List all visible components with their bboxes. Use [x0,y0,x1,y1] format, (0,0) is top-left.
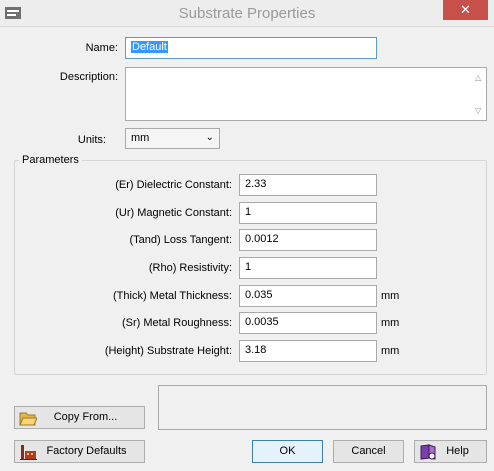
name-field[interactable]: Default [125,37,377,59]
param-label-thick: (Thick) Metal Thickness: [113,290,232,302]
param-field-ur[interactable]: 1 [239,202,377,224]
param-field-sr[interactable]: 0.0035 [239,312,377,334]
param-field-er[interactable]: 2.33 [239,174,377,196]
param-unit-thick: mm [381,290,400,302]
param-label-ur: (Ur) Magnetic Constant: [115,207,232,219]
units-label: Units: [77,134,106,146]
param-field-height[interactable]: 3.18 [239,340,377,362]
units-select-value: mm [131,132,150,144]
cancel-label: Cancel [351,445,386,457]
units-select[interactable]: mm ⌄ [125,128,220,149]
param-label-height: (Height) Substrate Height: [104,345,232,357]
factory-defaults-label: Factory Defaults [46,445,127,457]
cancel-button[interactable]: Cancel [333,440,404,463]
param-unit-sr: mm [381,317,400,329]
param-unit-height: mm [381,345,400,357]
name-label: Name: [85,42,118,54]
window-title: Substrate Properties [178,5,316,22]
copy-from-button[interactable]: Copy From... [14,406,145,429]
description-field[interactable]: △ ▽ [125,67,487,121]
param-field-thick[interactable]: 0.035 [239,285,377,307]
help-label: Help [446,445,469,457]
status-box [158,385,487,430]
ok-label: OK [279,445,296,457]
param-label-er: (Er) Dielectric Constant: [115,179,232,191]
name-field-text: Default [131,41,168,53]
help-button[interactable]: Help [414,440,487,463]
close-button[interactable]: ✕ [443,0,488,20]
param-field-rho[interactable]: 1 [239,257,377,279]
scroll-down-icon[interactable]: ▽ [475,106,483,115]
parameters-group-title: Parameters [19,154,82,166]
param-label-sr: (Sr) Metal Roughness: [121,317,232,329]
help-book-icon [420,444,436,460]
scroll-up-icon[interactable]: △ [475,73,483,82]
description-label: Description: [59,71,118,83]
title-bar: Substrate Properties ✕ [0,0,494,27]
ok-button[interactable]: OK [252,440,323,463]
copy-from-label: Copy From... [53,411,118,423]
param-field-tand[interactable]: 0.0012 [239,229,377,251]
factory-icon [20,445,37,460]
param-label-tand: (Tand) Loss Tangent: [129,234,232,246]
param-label-rho: (Rho) Resistivity: [148,262,232,274]
chevron-down-icon: ⌄ [205,132,214,143]
folder-open-icon [19,412,37,426]
factory-defaults-button[interactable]: Factory Defaults [14,440,145,463]
